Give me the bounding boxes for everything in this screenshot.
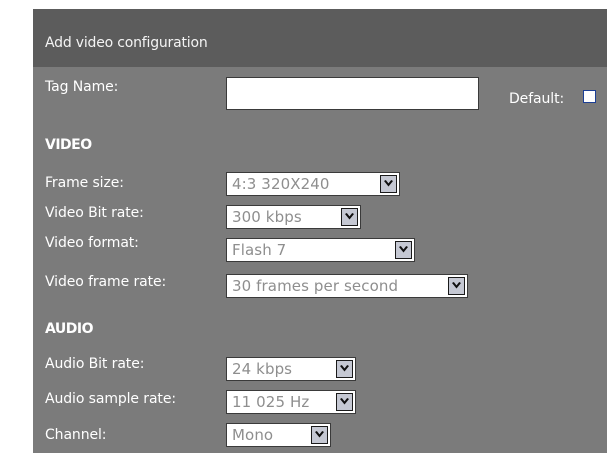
channel-select[interactable]: Mono: [226, 423, 331, 447]
audio-sample-rate-value: 11 025 Hz: [232, 393, 310, 411]
audio-sample-rate-select[interactable]: 11 025 Hz: [226, 390, 356, 414]
chevron-down-icon[interactable]: [336, 360, 353, 378]
default-label: Default:: [509, 91, 565, 107]
frame-size-label: Frame size:: [45, 175, 124, 191]
audio-section-title: AUDIO: [45, 321, 94, 337]
video-format-select[interactable]: Flash 7: [226, 238, 415, 262]
chevron-down-icon[interactable]: [336, 393, 353, 411]
video-format-value: Flash 7: [232, 241, 287, 259]
video-bit-rate-value: 300 kbps: [232, 208, 302, 226]
video-frame-rate-value: 30 frames per second: [232, 277, 399, 295]
audio-sample-rate-label: Audio sample rate:: [45, 391, 176, 407]
video-bit-rate-label: Video Bit rate:: [45, 205, 144, 221]
chevron-down-icon[interactable]: [395, 241, 412, 259]
default-checkbox[interactable]: [583, 90, 596, 103]
panel-title: Add video configuration: [45, 35, 208, 51]
channel-value: Mono: [232, 426, 274, 444]
video-format-label: Video format:: [45, 235, 139, 251]
chevron-down-icon[interactable]: [380, 175, 397, 193]
frame-size-value: 4:3 320X240: [232, 175, 330, 193]
tag-name-label: Tag Name:: [45, 79, 119, 95]
audio-bit-rate-select[interactable]: 24 kbps: [226, 357, 356, 381]
chevron-down-icon[interactable]: [341, 208, 358, 226]
video-config-panel: Add video configuration Tag Name: Defaul…: [33, 9, 607, 453]
video-frame-rate-label: Video frame rate:: [45, 274, 167, 290]
tag-name-input[interactable]: [226, 77, 479, 110]
channel-label: Channel:: [45, 427, 107, 443]
video-frame-rate-select[interactable]: 30 frames per second: [226, 274, 468, 298]
chevron-down-icon[interactable]: [448, 277, 465, 295]
chevron-down-icon[interactable]: [311, 426, 328, 444]
frame-size-select[interactable]: 4:3 320X240: [226, 172, 400, 196]
audio-bit-rate-label: Audio Bit rate:: [45, 356, 145, 372]
video-bit-rate-select[interactable]: 300 kbps: [226, 205, 361, 229]
audio-bit-rate-value: 24 kbps: [232, 360, 293, 378]
panel-header: Add video configuration: [33, 9, 607, 67]
video-section-title: VIDEO: [45, 137, 92, 153]
